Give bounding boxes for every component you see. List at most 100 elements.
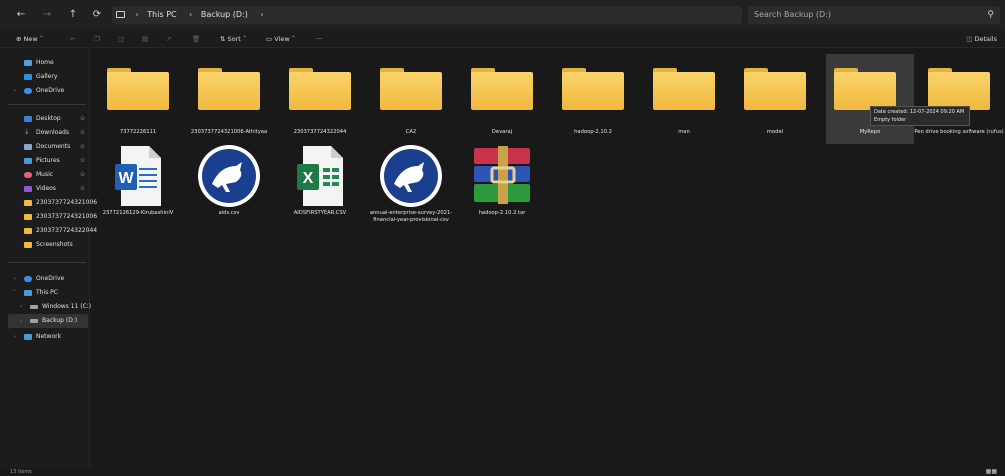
forward-arrow-icon[interactable]: →	[40, 8, 54, 22]
chevron-down-icon: ˇ	[39, 35, 44, 43]
title-address-bar: ← → ↑ ⟳ › This PC › Backup (D:) › Search…	[0, 0, 1005, 30]
download-icon: ↓	[24, 128, 30, 136]
folder-icon	[24, 200, 32, 206]
details-label: Details	[974, 35, 997, 43]
sidebar-item-onedrive[interactable]: › OneDrive	[0, 84, 90, 98]
item-label: Pen drive booking software (rufus)	[914, 129, 1004, 135]
folder-icon	[24, 228, 32, 234]
view-toggle-icon[interactable]: ▦▦	[986, 468, 997, 475]
videos-icon	[24, 186, 32, 192]
sidebar-item-folder[interactable]: 2303737724321006	[0, 210, 97, 224]
sidebar-item-downloads[interactable]: ↓ Downloads ✩	[0, 126, 90, 140]
sidebar-item-label: Home	[36, 59, 54, 66]
details-button[interactable]: ◫ Details	[966, 33, 997, 45]
up-arrow-icon[interactable]: ↑	[66, 8, 80, 22]
sidebar-item-label: Music	[36, 171, 54, 178]
sidebar-item-label: 2303737724321006	[36, 213, 98, 220]
navigation-pane: Home Gallery › OneDrive Desktop ✩ ↓ Down…	[0, 48, 97, 476]
item-label: AIDSFIRSTYEAR.CSV	[293, 210, 347, 216]
view-label: View	[274, 35, 290, 43]
folder-item[interactable]: man	[639, 54, 729, 144]
sidebar-item-home[interactable]: Home	[0, 56, 90, 70]
sidebar-item-label: Desktop	[36, 115, 61, 122]
sidebar-item-backup-d[interactable]: › Backup (D:)	[8, 314, 88, 328]
pc-icon	[24, 290, 32, 296]
sidebar-item-folder[interactable]: 2303737724321006	[0, 196, 97, 210]
folder-icon	[471, 68, 533, 110]
sidebar-divider	[8, 262, 86, 263]
file-item[interactable]: annual-enterprise-survey-2021-financial-…	[366, 142, 456, 236]
sidebar-item-screenshots[interactable]: Screenshots	[0, 238, 90, 252]
sidebar-item-pictures[interactable]: Pictures ✩	[0, 154, 90, 168]
sidebar-item-label: Windows 11 (C:)	[42, 303, 92, 310]
sort-button[interactable]: ⇅ Sort ˇ	[220, 33, 246, 45]
file-item[interactable]: aids.csv	[184, 142, 274, 236]
drive-icon	[30, 305, 38, 309]
view-button[interactable]: ▭ View ˇ	[266, 33, 295, 45]
folder-icon	[107, 68, 169, 110]
sidebar-item-gallery[interactable]: Gallery	[0, 70, 90, 84]
item-label: aids.csv	[218, 210, 240, 216]
item-label: 2303737724322044	[293, 129, 347, 135]
folder-item[interactable]: 2303737724322044	[275, 54, 365, 144]
folder-icon	[24, 242, 32, 248]
chevron-right-icon: ›	[14, 88, 16, 94]
word-document-icon: W	[115, 146, 161, 206]
chevron-down-icon: ˇ	[291, 35, 295, 43]
sidebar-item-onedrive-tree[interactable]: › OneDrive	[0, 272, 90, 286]
file-item[interactable]: hadoop-2.10.2.tar	[457, 142, 547, 236]
sidebar-item-label: OneDrive	[36, 275, 65, 282]
rename-icon[interactable]: ▤	[142, 33, 148, 45]
folder-tooltip: Date created: 12-07-2024 09:20 AM Empty …	[870, 106, 970, 126]
file-list: 73772226111 2303737724321006-Athityaa 23…	[91, 48, 1005, 468]
pin-icon: ✩	[80, 185, 86, 192]
folder-item[interactable]: 73772226111	[93, 54, 183, 144]
new-button[interactable]: ⊕ New ˇ	[16, 33, 43, 45]
chevron-right-icon: ›	[20, 304, 22, 310]
chevron-right-icon: ›	[14, 276, 16, 282]
sidebar-item-this-pc[interactable]: ˇ This PC	[0, 286, 90, 300]
breadcrumb-backup[interactable]: Backup (D:)	[201, 6, 248, 24]
delete-icon[interactable]: 🗑	[192, 33, 200, 45]
sidebar-item-music[interactable]: Music ✩	[0, 168, 90, 182]
folder-icon	[653, 68, 715, 110]
back-arrow-icon[interactable]: ←	[14, 8, 28, 22]
refresh-icon[interactable]: ⟳	[90, 8, 104, 22]
share-icon[interactable]: ↗	[166, 33, 171, 45]
pin-icon: ✩	[80, 115, 86, 122]
item-label: CA2	[405, 129, 417, 135]
chevron-right-icon: ›	[20, 318, 22, 324]
folder-item[interactable]: Pen drive booking software (rufus)	[914, 54, 1004, 144]
sidebar-item-windows-c[interactable]: › Windows 11 (C:)	[0, 300, 92, 314]
folder-item[interactable]: model	[730, 54, 820, 144]
sidebar-item-folder[interactable]: 2303737724322044	[0, 224, 97, 238]
item-label: Devaraj	[491, 129, 513, 135]
search-input[interactable]: Search Backup (D:) ⚲	[748, 6, 1000, 24]
sidebar-item-videos[interactable]: Videos ✩	[0, 182, 90, 196]
cut-icon[interactable]: ✂	[70, 33, 75, 45]
file-item[interactable]: X AIDSFIRSTYEAR.CSV	[275, 142, 365, 236]
more-options-button[interactable]: ···	[316, 33, 322, 45]
status-bar: 13 items ▦▦	[0, 468, 1005, 476]
item-label: man	[678, 129, 690, 135]
sidebar-item-label: Gallery	[36, 73, 58, 80]
chevron-down-icon: ˇ	[242, 35, 247, 43]
copy-icon[interactable]: ❐	[94, 33, 100, 45]
sidebar-item-label: Pictures	[36, 157, 60, 164]
csv-bird-icon	[380, 145, 442, 207]
folder-item-hovered[interactable]: MyRepo	[826, 54, 914, 144]
address-bar[interactable]: › This PC › Backup (D:) ›	[112, 6, 742, 24]
file-item[interactable]: W 23772126129-KirubashiniV	[93, 142, 183, 236]
folder-item[interactable]: 2303737724321006-Athityaa	[184, 54, 274, 144]
paste-icon[interactable]: ◫	[118, 33, 124, 45]
folder-item[interactable]: CA2	[366, 54, 456, 144]
sidebar-item-desktop[interactable]: Desktop ✩	[0, 112, 90, 126]
sidebar-item-label: Documents	[36, 143, 71, 150]
breadcrumb-this-pc[interactable]: This PC	[147, 6, 176, 24]
folder-item[interactable]: hadoop-2.10.2	[548, 54, 638, 144]
details-pane-icon: ◫	[966, 35, 973, 43]
pin-icon: ✩	[80, 129, 86, 136]
sidebar-item-documents[interactable]: Documents ✩	[0, 140, 90, 154]
folder-item[interactable]: Devaraj	[457, 54, 547, 144]
sidebar-item-network[interactable]: › Network	[0, 330, 90, 344]
